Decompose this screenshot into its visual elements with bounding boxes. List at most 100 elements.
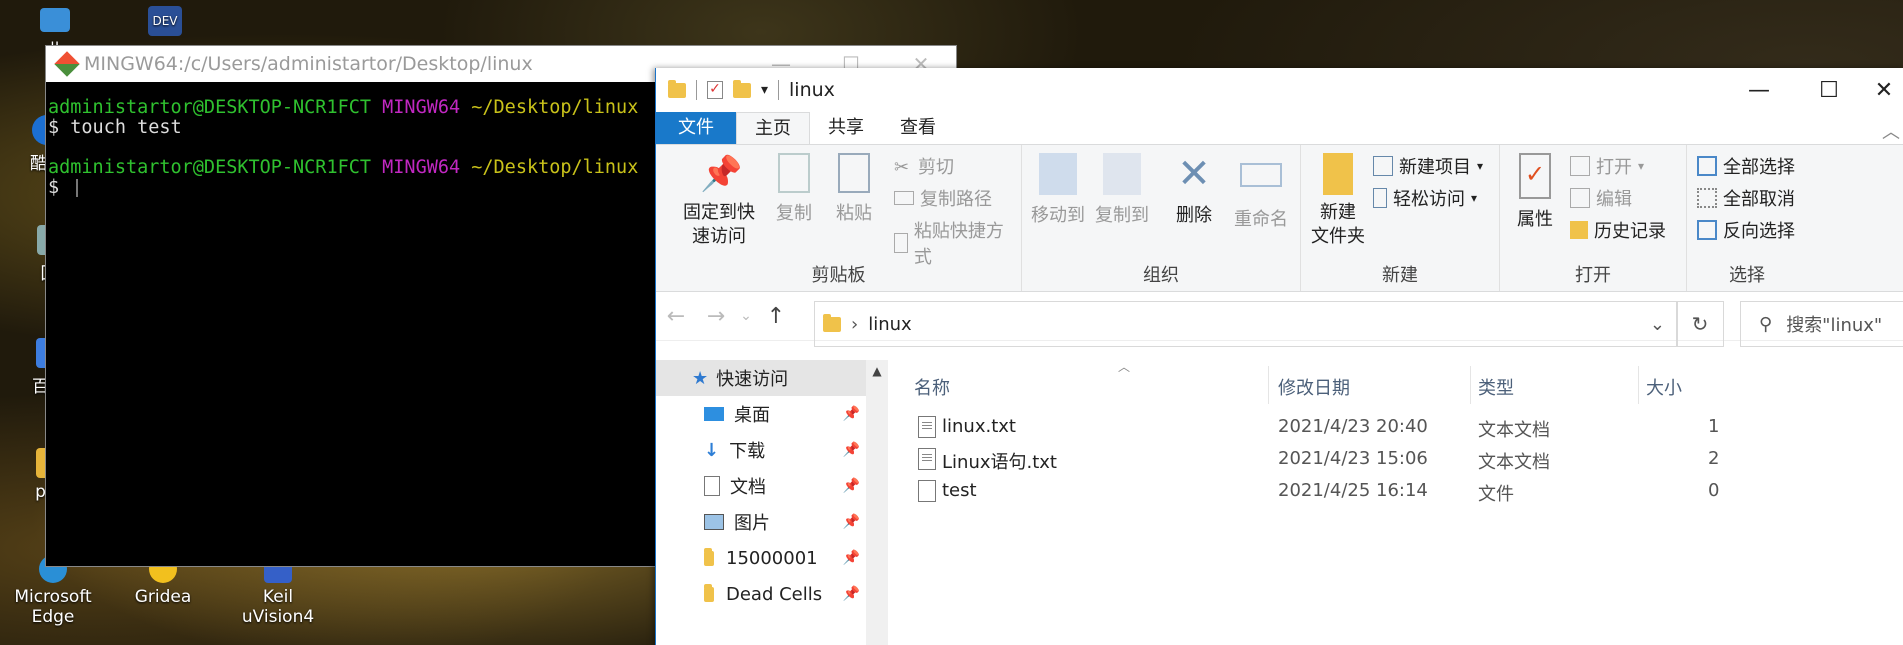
new-folder-label: 新建 文件夹 xyxy=(1311,202,1365,247)
dropdown-arrow-icon: ▾ xyxy=(1471,191,1478,205)
maximize-button[interactable]: ☐ xyxy=(1794,78,1864,103)
pin-icon[interactable]: 📌 xyxy=(843,478,860,494)
select-all-label: 全部选择 xyxy=(1723,157,1795,178)
file-size: 0 xyxy=(1708,480,1720,501)
copy-path-button[interactable]: 复制路径 xyxy=(894,185,992,211)
file-name: test xyxy=(942,480,977,501)
file-name: Linux语句.txt xyxy=(942,452,1057,473)
nav-item-desktop[interactable]: 桌面 📌 xyxy=(656,396,866,432)
file-name: linux.txt xyxy=(942,416,1016,437)
column-header-type[interactable]: 类型 xyxy=(1478,374,1514,400)
column-divider xyxy=(1638,366,1639,404)
text-file-icon xyxy=(918,416,936,438)
new-folder-icon[interactable] xyxy=(733,79,751,98)
edit-button[interactable]: 编辑 xyxy=(1570,185,1632,211)
explorer-title-bar[interactable]: ✓ ▾ linux — ☐ ✕ xyxy=(656,68,1903,112)
tab-view[interactable]: 查看 xyxy=(882,112,954,144)
prompt-user: administartor@DESKTOP-NCR1FCT xyxy=(48,97,372,118)
sort-arrow-icon: ︿ xyxy=(1118,360,1131,374)
collapse-ribbon-icon[interactable]: ︿ xyxy=(1882,118,1903,144)
invert-selection-icon xyxy=(1697,220,1717,240)
pin-icon[interactable]: 📌 xyxy=(843,442,860,458)
file-row[interactable]: Linux语句.txt 2021/4/23 15:06 文本文档 2 xyxy=(888,442,1903,474)
new-folder-button[interactable]: 新建 文件夹 xyxy=(1305,153,1371,249)
open-icon xyxy=(1570,156,1590,176)
nav-item-dead-cells[interactable]: Dead Cells 📌 xyxy=(656,576,866,612)
nav-item-label: Dead Cells xyxy=(726,583,823,605)
properties-button[interactable]: ✓ 属性 xyxy=(1506,153,1564,231)
new-item-button[interactable]: 新建项目 ▾ xyxy=(1373,153,1483,179)
nav-item-downloads[interactable]: ↓ 下载 📌 xyxy=(656,432,866,468)
pin-icon[interactable]: 📌 xyxy=(843,586,860,602)
nav-pane-scrollbar[interactable]: ▲ xyxy=(866,360,888,645)
clipboard-group-label: 剪贴板 xyxy=(811,265,866,286)
pin-to-quick-access-button[interactable]: 📌 固定到快 速访问 xyxy=(664,153,774,249)
up-button[interactable]: ↑ xyxy=(756,304,796,329)
tab-home[interactable]: 主页 xyxy=(736,112,810,144)
close-button[interactable]: ✕ xyxy=(1864,78,1903,103)
desktop-icon-dev[interactable]: DEV xyxy=(130,6,200,40)
cut-button[interactable]: ✂ 剪切 xyxy=(894,153,954,179)
minimize-button[interactable]: — xyxy=(1724,78,1794,103)
search-box[interactable]: ⚲ 搜索"linux" xyxy=(1740,301,1903,347)
desktop-icon-label: Keil uVision4 xyxy=(241,587,315,627)
scroll-up-arrow-icon[interactable]: ▲ xyxy=(866,364,888,378)
customize-dropdown-icon[interactable]: ▾ xyxy=(761,82,768,98)
column-header-modified[interactable]: 修改日期 xyxy=(1278,374,1350,400)
file-explorer-window[interactable]: ✓ ▾ linux — ☐ ✕ 文件 主页 共享 查看 ︿ 📌 固定到快 速访问… xyxy=(655,68,1903,645)
recent-locations-icon[interactable]: ⌄ xyxy=(736,308,756,324)
copy-button[interactable]: 复制 xyxy=(766,153,822,225)
file-size: 1 xyxy=(1708,416,1720,437)
properties-check-icon[interactable]: ✓ xyxy=(707,81,723,99)
file-type: 文本文档 xyxy=(1478,420,1550,441)
column-headers: ︿ 名称 修改日期 类型 大小 xyxy=(888,360,1903,410)
edit-label: 编辑 xyxy=(1596,189,1632,210)
paste-shortcut-icon xyxy=(894,233,908,253)
refresh-button[interactable]: ↻ xyxy=(1676,301,1724,347)
blank-file-icon xyxy=(918,480,936,502)
invert-selection-button[interactable]: 反向选择 xyxy=(1697,217,1795,243)
move-to-button[interactable]: 移动到 xyxy=(1026,153,1090,227)
back-button[interactable]: ← xyxy=(656,304,696,329)
nav-item-documents[interactable]: 文档 📌 xyxy=(656,468,866,504)
open-group: ✓ 属性 打开 ▾ 编辑 历史记录 打开 xyxy=(1500,145,1687,291)
file-row[interactable]: linux.txt 2021/4/23 20:40 文本文档 1 xyxy=(888,410,1903,442)
select-none-button[interactable]: 全部取消 xyxy=(1697,185,1795,211)
select-all-button[interactable]: 全部选择 xyxy=(1697,153,1795,179)
copy-to-button[interactable]: 复制到 xyxy=(1090,153,1154,227)
column-header-size[interactable]: 大小 xyxy=(1646,374,1682,400)
star-icon: ★ xyxy=(692,367,709,389)
nav-item-15000001[interactable]: 15000001 📌 xyxy=(656,540,866,576)
git-icon xyxy=(54,51,80,77)
desktop-icon-label: Microsoft Edge xyxy=(14,587,92,627)
breadcrumb-item[interactable]: linux xyxy=(868,314,911,335)
easy-access-button[interactable]: 轻松访问 ▾ xyxy=(1373,185,1477,211)
prompt-system: MINGW64 xyxy=(382,157,461,178)
tab-share[interactable]: 共享 xyxy=(810,112,882,144)
paste-button[interactable]: 粘贴 xyxy=(826,153,882,225)
open-button[interactable]: 打开 ▾ xyxy=(1570,153,1644,179)
copy-path-icon xyxy=(894,191,914,205)
history-button[interactable]: 历史记录 xyxy=(1570,217,1666,243)
copy-label: 复制 xyxy=(776,203,812,224)
nav-item-label: 15000001 xyxy=(726,547,818,569)
tab-file[interactable]: 文件 xyxy=(656,112,736,144)
pin-icon[interactable]: 📌 xyxy=(843,550,860,566)
nav-item-quick-access[interactable]: ★ 快速访问 xyxy=(656,360,866,396)
delete-button[interactable]: ✕ 删除 xyxy=(1166,153,1222,227)
pin-icon[interactable]: 📌 xyxy=(843,406,860,422)
breadcrumb-chevron-icon: › xyxy=(851,313,859,335)
rename-button[interactable]: 重命名 xyxy=(1228,153,1294,231)
nav-item-pictures[interactable]: 图片 📌 xyxy=(656,504,866,540)
text-file-icon xyxy=(918,448,936,470)
address-dropdown-icon[interactable]: ⌄ xyxy=(1650,314,1665,335)
file-row[interactable]: test 2021/4/25 16:14 文件 0 xyxy=(888,474,1903,506)
forward-button[interactable]: → xyxy=(696,304,736,329)
pin-icon[interactable]: 📌 xyxy=(843,514,860,530)
desktop-icon xyxy=(704,407,724,421)
download-icon: ↓ xyxy=(704,439,720,461)
divider xyxy=(778,80,780,100)
address-bar[interactable]: › linux ⌄ xyxy=(814,301,1678,347)
column-header-name[interactable]: 名称 xyxy=(914,374,950,400)
select-group-label: 选择 xyxy=(1729,265,1765,286)
